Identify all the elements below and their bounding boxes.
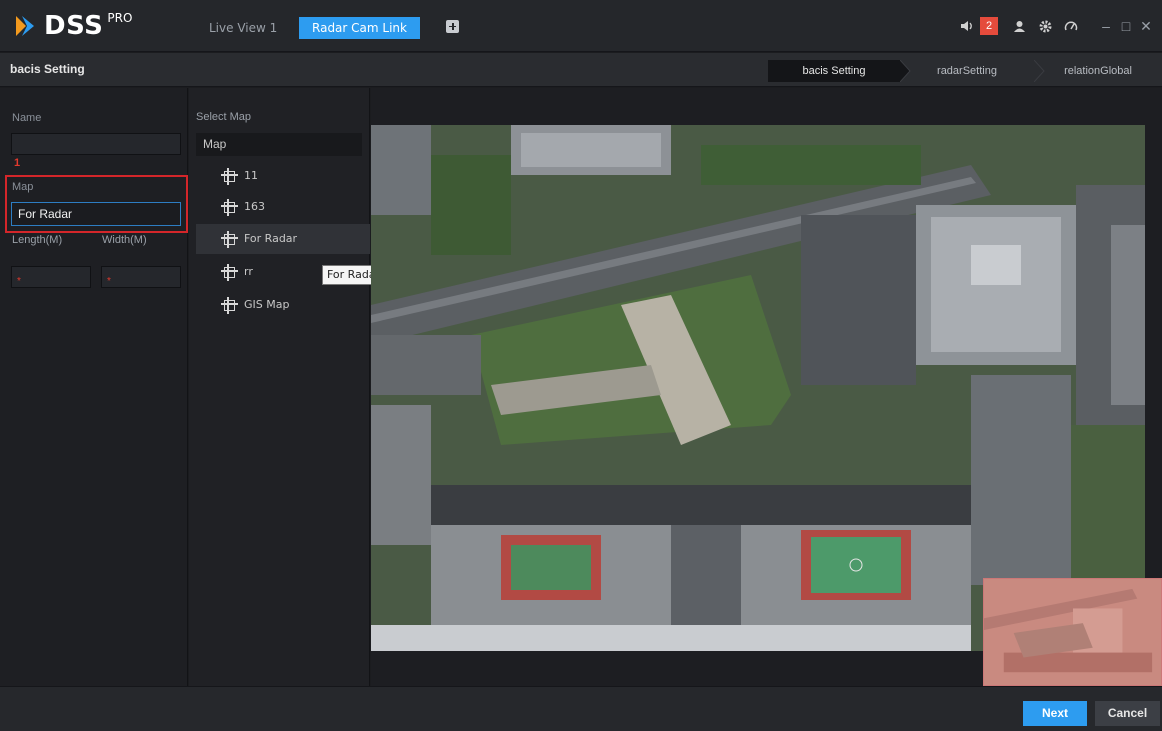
required-mark: * [107, 276, 111, 287]
map-icon [221, 199, 238, 216]
map-tree-root[interactable]: Map [196, 133, 362, 156]
length-label: Length(M) [12, 234, 63, 246]
annotation-number: 1 [14, 157, 21, 169]
width-label: Width(M) [102, 234, 147, 246]
next-button[interactable]: Next [1023, 701, 1087, 726]
width-field[interactable]: * [101, 266, 181, 288]
map-field[interactable]: For Radar [11, 202, 181, 226]
tree-item-163[interactable]: 163 [196, 192, 370, 222]
app-logo: DSS PRO [14, 10, 132, 42]
map-icon [221, 264, 238, 281]
length-field[interactable]: * [11, 266, 91, 288]
maximize-icon[interactable]: □ [1116, 18, 1136, 34]
tab-live-view-1[interactable]: Live View 1 [199, 17, 287, 39]
tree-item-label: 163 [244, 200, 265, 213]
select-map-title: Select Map [196, 111, 252, 123]
close-icon[interactable]: ✕ [1136, 18, 1156, 35]
step-separator-icon [900, 60, 911, 82]
alarm-count-badge[interactable]: 2 [980, 17, 998, 35]
page-title: bacis Setting [10, 62, 85, 76]
map-icon [221, 231, 238, 248]
speaker-icon[interactable] [956, 15, 978, 37]
step-relation-global[interactable]: relationGlobal [1034, 60, 1162, 82]
select-map-panel: Select Map Map 11 163 For Radar rr GIS M… [189, 88, 370, 686]
logo-text: DSS [44, 11, 104, 41]
required-mark: * [17, 276, 21, 287]
map-preview-area[interactable] [371, 88, 1162, 686]
step-separator-icon [1034, 60, 1045, 82]
user-icon[interactable] [1008, 15, 1030, 37]
wizard-footer: Next Cancel [0, 686, 1162, 731]
add-tab-icon[interactable] [446, 20, 459, 33]
map-label: Map [12, 181, 34, 193]
step-radar-setting[interactable]: radarSetting [900, 60, 1034, 82]
wizard-steps: bacis Setting radarSetting relationGloba… [768, 60, 1162, 82]
cancel-button[interactable]: Cancel [1095, 701, 1160, 726]
tree-item-gis-map[interactable]: GIS Map [196, 290, 370, 320]
dss-logo-icon [16, 16, 34, 36]
tree-item-label: GIS Map [244, 298, 290, 311]
aerial-map-image[interactable] [371, 125, 1145, 651]
tree-item-label: For Radar [244, 232, 298, 245]
system-toolbar: 2 – □ ✕ [954, 14, 1162, 38]
minimap-overview[interactable] [983, 578, 1162, 686]
minimize-icon[interactable]: – [1096, 18, 1116, 34]
wizard-header: bacis Setting bacis Setting radarSetting… [0, 53, 1162, 87]
tree-item-label: rr [244, 265, 253, 278]
tree-item-11[interactable]: 11 [196, 161, 370, 191]
tab-radar-cam-link[interactable]: Radar Cam Link [299, 17, 420, 39]
map-icon [221, 297, 238, 314]
logo-edition: PRO [107, 11, 133, 25]
name-label: Name [12, 112, 42, 124]
tree-item-for-radar[interactable]: For Radar [196, 224, 370, 254]
step-bacis-setting[interactable]: bacis Setting [768, 60, 900, 82]
map-icon [221, 168, 238, 185]
title-bar: DSS PRO Live View 1 Radar Cam Link 2 – □… [0, 0, 1162, 52]
gear-icon[interactable] [1034, 15, 1056, 37]
name-field[interactable] [11, 133, 181, 155]
tree-item-label: 11 [244, 169, 258, 182]
performance-gauge-icon[interactable] [1060, 15, 1082, 37]
